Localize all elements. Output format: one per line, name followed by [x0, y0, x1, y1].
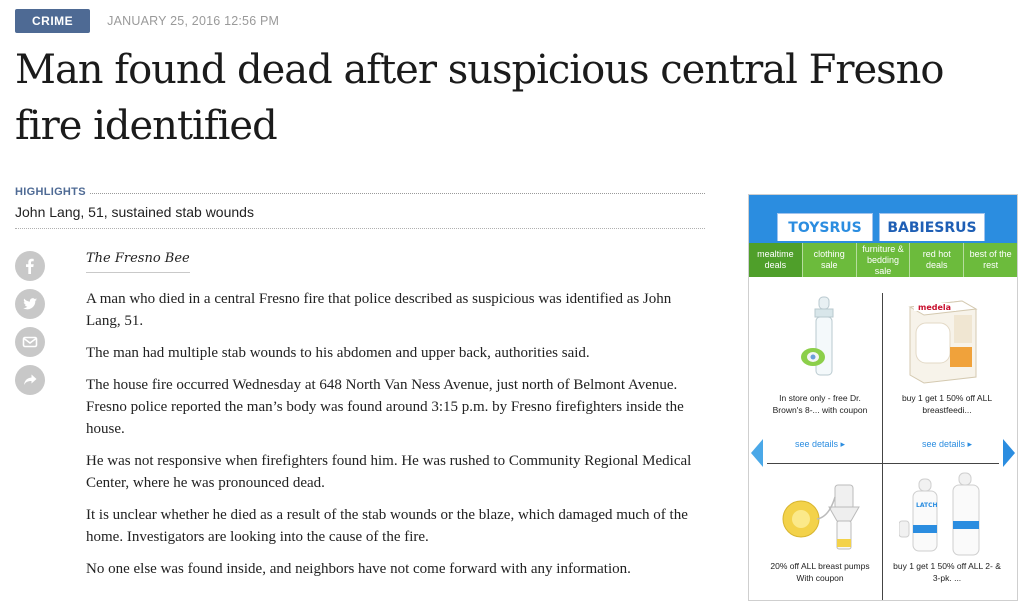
latch-label: LATCH [916, 502, 938, 509]
highlight-item: John Lang, 51, sustained stab wounds [15, 204, 254, 220]
ad-product-grid: In store only - free Dr. Brown's 8-... w… [749, 277, 1017, 600]
product-caption: 20% off ALL breast pumps With coupon [770, 561, 870, 583]
highlights-label: HIGHLIGHTS [15, 186, 86, 198]
baby-bottle-image[interactable] [797, 295, 857, 385]
ad-nav: mealtime deals clothing sale furniture &… [749, 243, 1017, 277]
email-share-button[interactable] [15, 327, 45, 357]
publish-timestamp: JANUARY 25, 2016 12:56 PM [107, 14, 280, 28]
nursing-pads-box-image[interactable]: medela [902, 295, 982, 385]
article-body: A man who died in a central Fresno fire … [86, 288, 706, 590]
share-icon [24, 374, 37, 385]
ad-nav-mealtime-deals[interactable]: mealtime deals [749, 243, 802, 277]
ad-header: TOYSRUS BABIESRUS [749, 195, 1017, 243]
article-paragraph: The house fire occurred Wednesday at 648… [86, 377, 684, 437]
twitter-share-button[interactable] [15, 289, 45, 319]
highlights-divider [89, 193, 705, 194]
grid-divider-horizontal [767, 463, 999, 464]
article-byline[interactable]: The Fresno Bee [86, 251, 190, 273]
ad-nav-red-hot-deals[interactable]: red hot deals [909, 243, 963, 277]
product-caption: In store only - free Dr. Brown's 8-... w… [772, 393, 868, 415]
carousel-prev-arrow-icon[interactable] [751, 439, 763, 467]
product-caption: buy 1 get 1 50% off ALL 2- & 3-pk. ... [893, 561, 1001, 583]
highlights-bottom-rule [15, 228, 705, 229]
section-tag-crime[interactable]: CRIME [15, 9, 91, 33]
latch-bottles-image[interactable]: LATCH [899, 469, 999, 561]
babiesrus-logo[interactable]: BABIESRUS [879, 213, 985, 241]
article-headline: Man found dead after suspicious central … [15, 47, 945, 149]
highlights-box: HIGHLIGHTS John Lang, 51, sustained stab… [15, 186, 705, 229]
advertisement-banner[interactable]: TOYSRUS BABIESRUS mealtime deals clothin… [748, 194, 1018, 601]
twitter-icon [23, 298, 37, 310]
email-icon [22, 336, 38, 348]
medela-label: medela [918, 303, 951, 312]
facebook-share-button[interactable] [15, 251, 45, 281]
ad-nav-best-of-the-rest[interactable]: best of the rest [963, 243, 1017, 277]
product-caption: buy 1 get 1 50% off ALL breastfeedi... [901, 393, 993, 415]
article-paragraph: It is unclear whether he died as a resul… [86, 507, 688, 545]
article-paragraph: He was not responsive when firefighters … [86, 453, 692, 491]
carousel-next-arrow-icon[interactable] [1003, 439, 1015, 467]
article-paragraph: The man had multiple stab wounds to his … [86, 345, 590, 361]
grid-divider-vertical [882, 293, 883, 600]
article-paragraph: A man who died in a central Fresno fire … [86, 291, 672, 329]
facebook-icon [26, 258, 34, 274]
article-paragraph: No one else was found inside, and neighb… [86, 561, 631, 577]
more-share-button[interactable] [15, 365, 45, 395]
ad-nav-furniture-bedding-sale[interactable]: furniture & bedding sale [855, 243, 910, 277]
article-meta: CRIME JANUARY 25, 2016 12:56 PM [15, 9, 279, 33]
see-details-link[interactable]: see details ▸ [765, 439, 875, 450]
see-details-link[interactable]: see details ▸ [892, 439, 1002, 450]
toysrus-logo[interactable]: TOYSRUS [777, 213, 873, 241]
ad-nav-clothing-sale[interactable]: clothing sale [801, 243, 856, 277]
breast-pump-image[interactable] [779, 477, 869, 557]
